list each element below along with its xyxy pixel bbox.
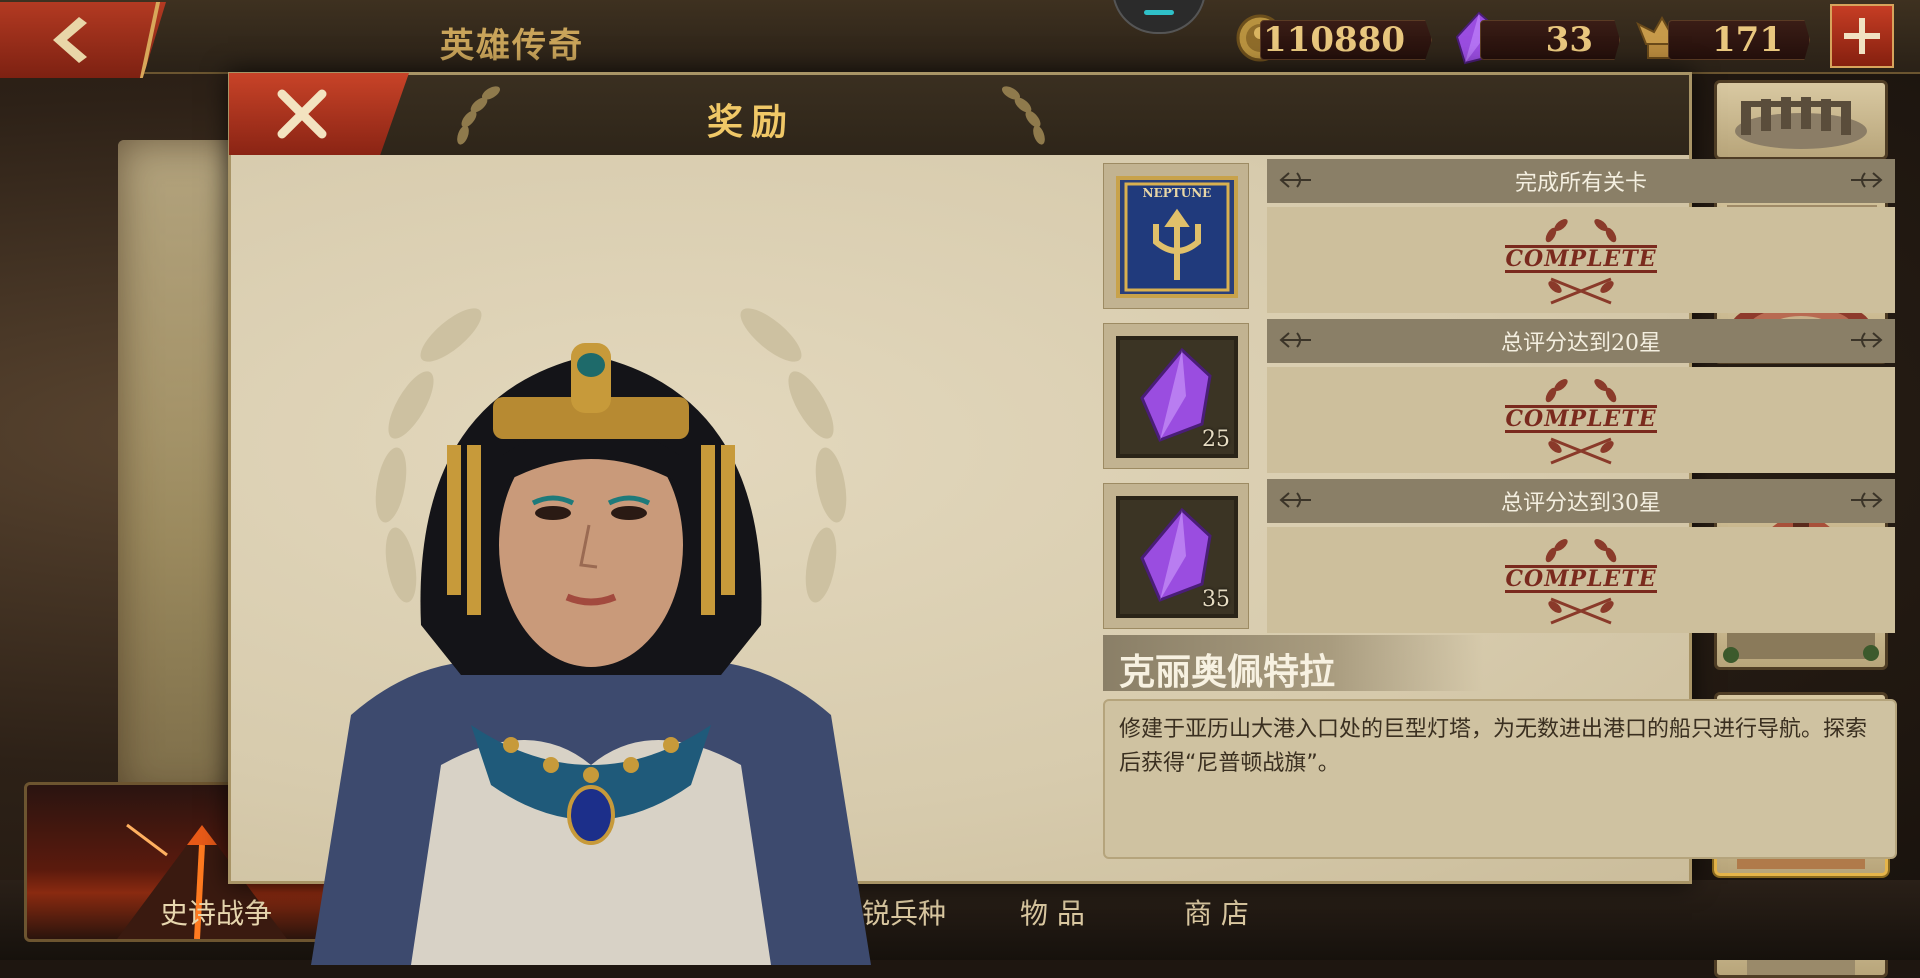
reward-row: 35 总评分达到30星 COMPLETE	[1103, 479, 1897, 633]
close-button[interactable]	[229, 73, 409, 155]
nav-items[interactable]: 物 品	[1020, 892, 1085, 932]
reward-row: NEPTUNE 完成所有关卡 COMPLETE	[1103, 159, 1897, 313]
complete-stamp-text: COMPLETE	[1505, 405, 1657, 433]
dialog-title: 奖励	[706, 101, 795, 143]
gold-counter: 110880	[1260, 20, 1432, 60]
hero-description: 修建于亚历山大港入口处的巨型灯塔，为无数进出港口的船只进行导航。探索后获得“尼普…	[1103, 699, 1897, 859]
laurel-right-icon	[1001, 86, 1045, 145]
reward-status-area: COMPLETE	[1267, 367, 1895, 473]
neptune-banner-label: NEPTUNE	[1142, 186, 1212, 200]
reward-item-frame: 35	[1103, 483, 1249, 629]
purple-gem-icon[interactable]: 25	[1116, 336, 1238, 458]
reward-row: 25 总评分达到20星 COMPLETE	[1103, 319, 1897, 473]
gem-counter: 33	[1480, 20, 1620, 60]
reward-condition-text: 总评分达到30星	[1501, 491, 1661, 516]
hero-name: 克丽奥佩特拉	[1119, 651, 1336, 693]
reward-status-area: COMPLETE	[1267, 527, 1895, 633]
close-icon	[277, 89, 327, 139]
dialog-header: 奖励	[229, 73, 1689, 158]
ornament-right-icon	[1851, 332, 1883, 348]
reward-condition-bar: 完成所有关卡	[1267, 159, 1895, 203]
ornament-left-icon	[1279, 172, 1311, 188]
ornament-left-icon	[1279, 332, 1311, 348]
reward-count: 35	[1202, 587, 1230, 612]
ornament-right-icon	[1851, 172, 1883, 188]
camera-notch	[1112, 0, 1206, 34]
reward-condition-text: 完成所有关卡	[1514, 171, 1647, 196]
hero-name-bar: 克丽奥佩特拉	[1103, 635, 1483, 693]
reward-status-area: COMPLETE	[1267, 207, 1895, 313]
page-title: 英雄传奇	[440, 26, 584, 66]
epic-war-label: 史诗战争	[160, 897, 273, 930]
back-button[interactable]	[0, 2, 166, 78]
honor-counter: 171	[1668, 20, 1810, 60]
neptune-banner-icon[interactable]: NEPTUNE	[1116, 176, 1238, 298]
nav-shop[interactable]: 商 店	[1184, 892, 1249, 932]
complete-stamp-text: COMPLETE	[1505, 565, 1657, 593]
plus-icon	[1844, 18, 1880, 54]
chevron-left-icon	[53, 17, 87, 63]
reward-item-frame: NEPTUNE	[1103, 163, 1249, 309]
reward-dialog: 奖励 NEPTUNE 完成所有关卡 COMPLETE 25 总评分达到20星 C…	[228, 72, 1897, 965]
hero-portrait	[311, 343, 871, 965]
laurel-left-icon	[457, 86, 501, 145]
reward-condition-bar: 总评分达到20星	[1267, 319, 1895, 363]
add-resource-button[interactable]	[1830, 4, 1894, 68]
reward-condition-bar: 总评分达到30星	[1267, 479, 1895, 523]
purple-gem-icon[interactable]: 35	[1116, 496, 1238, 618]
reward-condition-text: 总评分达到20星	[1501, 331, 1661, 356]
top-bar: 英雄传奇 110880 33 171	[0, 0, 1920, 78]
reward-item-frame: 25	[1103, 323, 1249, 469]
ornament-right-icon	[1851, 492, 1883, 508]
complete-stamp-text: COMPLETE	[1505, 245, 1657, 273]
ornament-left-icon	[1279, 492, 1311, 508]
building-stonehenge[interactable]	[1714, 80, 1888, 160]
reward-count: 25	[1202, 427, 1230, 452]
